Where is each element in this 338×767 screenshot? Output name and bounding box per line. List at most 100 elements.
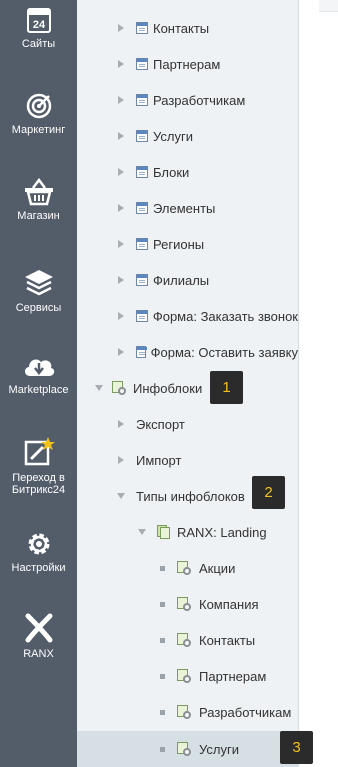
- tree-item-label: Контакты: [199, 632, 256, 648]
- nav-ranx[interactable]: RANX: [0, 612, 77, 660]
- tree-item-section[interactable]: Разработчикам: [77, 82, 298, 118]
- tree-item-label: Услуги: [199, 741, 239, 757]
- bullet-icon: [160, 709, 165, 715]
- tree-item-label: RANX: Landing: [177, 524, 267, 540]
- expand-arrow-icon[interactable]: [118, 420, 124, 428]
- ranx-logo-icon: [25, 613, 52, 643]
- tree-item-iblock[interactable]: Акции: [77, 550, 298, 586]
- bullet-icon: [160, 673, 165, 679]
- tree-item-section[interactable]: Элементы: [77, 190, 298, 226]
- iblock-type-icon: [157, 525, 171, 539]
- page-icon: [136, 94, 148, 106]
- tree-item-label: Акции: [199, 560, 236, 576]
- tree-item-section[interactable]: Форма: Заказать звонок: [77, 298, 298, 334]
- page-icon: [136, 238, 148, 250]
- svg-text:24: 24: [32, 19, 45, 31]
- collapse-arrow-icon[interactable]: [95, 385, 103, 391]
- tree-item-export[interactable]: Экспорт: [77, 406, 298, 442]
- bullet-icon: [160, 637, 165, 643]
- bullet-icon: [160, 565, 165, 571]
- expand-arrow-icon[interactable]: [118, 60, 124, 68]
- nav-shop[interactable]: Магазин: [0, 178, 77, 222]
- nav-bitrix24-label-1: Переход в: [12, 472, 65, 484]
- expand-arrow-icon[interactable]: [118, 168, 124, 176]
- tree-item-label: Блоки: [153, 164, 190, 180]
- page-icon: [136, 202, 148, 214]
- tree-item-ranx-landing[interactable]: RANX: Landing: [77, 514, 298, 550]
- expand-arrow-icon[interactable]: [118, 276, 124, 284]
- step-badge-number: 3: [292, 739, 301, 756]
- iblock-icon: [112, 381, 126, 395]
- tree-item-iblock[interactable]: Партнерам: [77, 658, 298, 694]
- page-icon: [136, 22, 148, 34]
- expand-arrow-icon[interactable]: [118, 24, 124, 32]
- tree-item-label: Экспорт: [136, 416, 185, 432]
- tree-item-section[interactable]: Блоки: [77, 154, 298, 190]
- page-icon: [136, 274, 148, 286]
- tree-item-section[interactable]: Форма: Оставить заявку: [77, 334, 298, 370]
- expand-arrow-icon[interactable]: [118, 132, 124, 140]
- iblock-icon: [177, 742, 191, 756]
- iblock-icon: [177, 597, 191, 611]
- tree-item-label: Партнерам: [153, 56, 221, 72]
- tree-item-iblocks[interactable]: Инфоблоки: [77, 370, 298, 406]
- nav-marketplace[interactable]: Marketplace: [0, 352, 77, 396]
- expand-arrow-icon[interactable]: [118, 456, 124, 464]
- nav-bitrix24-label-2: Битрикс24: [11, 484, 66, 496]
- tree-item-label: Партнерам: [199, 668, 267, 684]
- tree-item-label: Разработчикам: [153, 92, 246, 108]
- layers-icon: [24, 270, 53, 296]
- expand-arrow-icon[interactable]: [118, 312, 124, 320]
- step-badge: 2: [252, 476, 285, 509]
- tree-item-label: Услуги: [153, 128, 193, 144]
- tree-item-iblock[interactable]: Компания: [77, 586, 298, 622]
- tree-item-label: Регионы: [153, 236, 205, 252]
- expand-arrow-icon[interactable]: [118, 96, 124, 104]
- left-nav-rail: 24 Сайты Маркетинг Магазин Сервисы Marke…: [0, 0, 77, 767]
- collapse-arrow-icon[interactable]: [138, 529, 146, 535]
- collapse-arrow-icon[interactable]: [117, 493, 125, 499]
- panel-divider: [298, 0, 299, 767]
- iblock-icon: [177, 633, 191, 647]
- iblock-icon: [177, 705, 191, 719]
- page-icon: [136, 130, 148, 142]
- page-icon: [136, 346, 147, 358]
- nav-bitrix24-transition[interactable]: Переход в Битрикс24: [0, 436, 77, 496]
- tree-item-section[interactable]: Регионы: [77, 226, 298, 262]
- tree-item-section[interactable]: Контакты: [77, 10, 298, 46]
- tree-item-import[interactable]: Импорт: [77, 442, 298, 478]
- step-badge: 1: [210, 371, 243, 404]
- nav-settings[interactable]: Настройки: [0, 530, 77, 574]
- tree-item-section[interactable]: Партнерам: [77, 46, 298, 82]
- tree-item-section[interactable]: Филиалы: [77, 262, 298, 298]
- expand-arrow-icon[interactable]: [118, 348, 124, 356]
- tree-item-label: Элементы: [153, 200, 216, 216]
- target-icon: [26, 93, 51, 119]
- tree-item-iblock[interactable]: Разработчикам: [77, 694, 298, 730]
- nav-marketing[interactable]: Маркетинг: [0, 92, 77, 136]
- nav-sites[interactable]: 24 Сайты: [0, 6, 77, 50]
- gear-icon: [28, 533, 49, 555]
- tree-item-label: Инфоблоки: [133, 380, 203, 396]
- tree-item-iblock[interactable]: Контакты: [77, 622, 298, 658]
- step-badge-number: 2: [264, 484, 273, 501]
- nav-ranx-label: RANX: [23, 648, 54, 660]
- cloud-download-icon: [24, 359, 54, 376]
- nav-services[interactable]: Сервисы: [0, 268, 77, 314]
- tree-item-label: Импорт: [136, 452, 182, 468]
- edit-star-icon: [24, 437, 55, 466]
- bullet-icon: [160, 601, 165, 607]
- tree-item-iblock-selected[interactable]: Услуги: [77, 731, 298, 767]
- tree-item-label: Контакты: [153, 20, 210, 36]
- tree-item-label: Форма: Оставить заявку: [150, 344, 298, 360]
- page-icon: [136, 166, 148, 178]
- expand-arrow-icon[interactable]: [118, 240, 124, 248]
- expand-arrow-icon[interactable]: [118, 204, 124, 212]
- sites-24-icon: 24: [26, 8, 51, 33]
- nav-settings-label: Настройки: [11, 562, 66, 574]
- nav-marketing-label: Маркетинг: [11, 124, 66, 136]
- nav-sites-label: Сайты: [21, 38, 56, 50]
- tree-item-section[interactable]: Услуги: [77, 118, 298, 154]
- step-badge: 3: [280, 731, 313, 764]
- tree-item-label: Филиалы: [153, 272, 210, 288]
